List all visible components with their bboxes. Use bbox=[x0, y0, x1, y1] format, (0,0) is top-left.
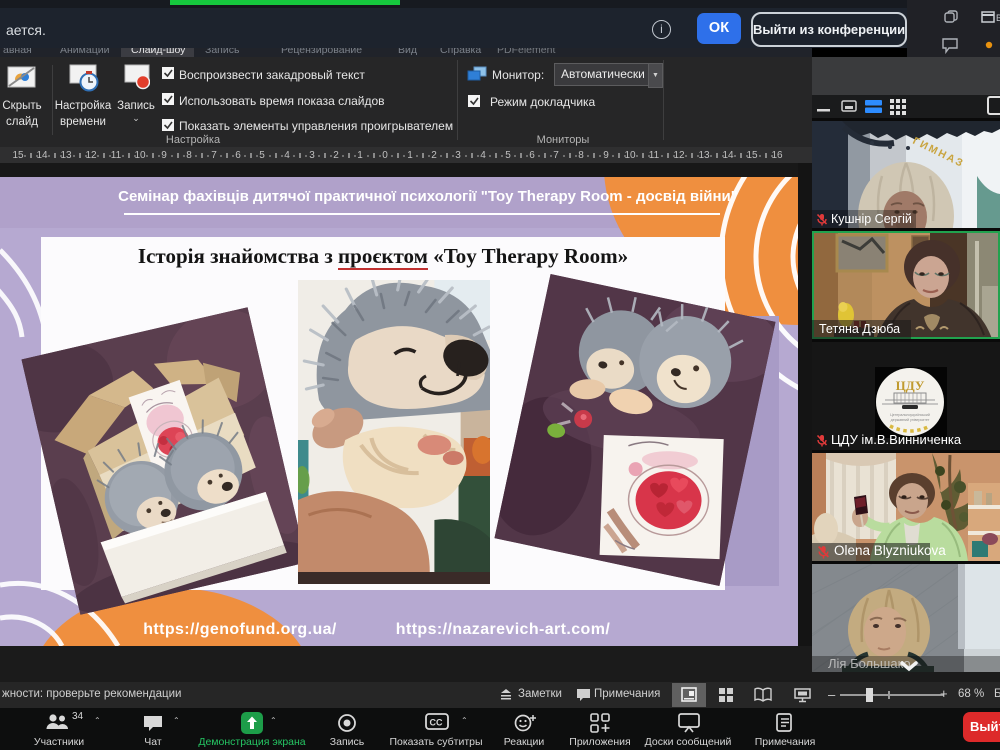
svg-text:державний університет: державний університет bbox=[891, 418, 930, 422]
svg-text:Центральноукраїнський: Центральноукраїнський bbox=[890, 413, 930, 417]
svg-text:В: В bbox=[996, 13, 1000, 23]
svg-text:ЦДУ: ЦДУ bbox=[896, 378, 925, 393]
svg-text:CC: CC bbox=[430, 718, 443, 728]
